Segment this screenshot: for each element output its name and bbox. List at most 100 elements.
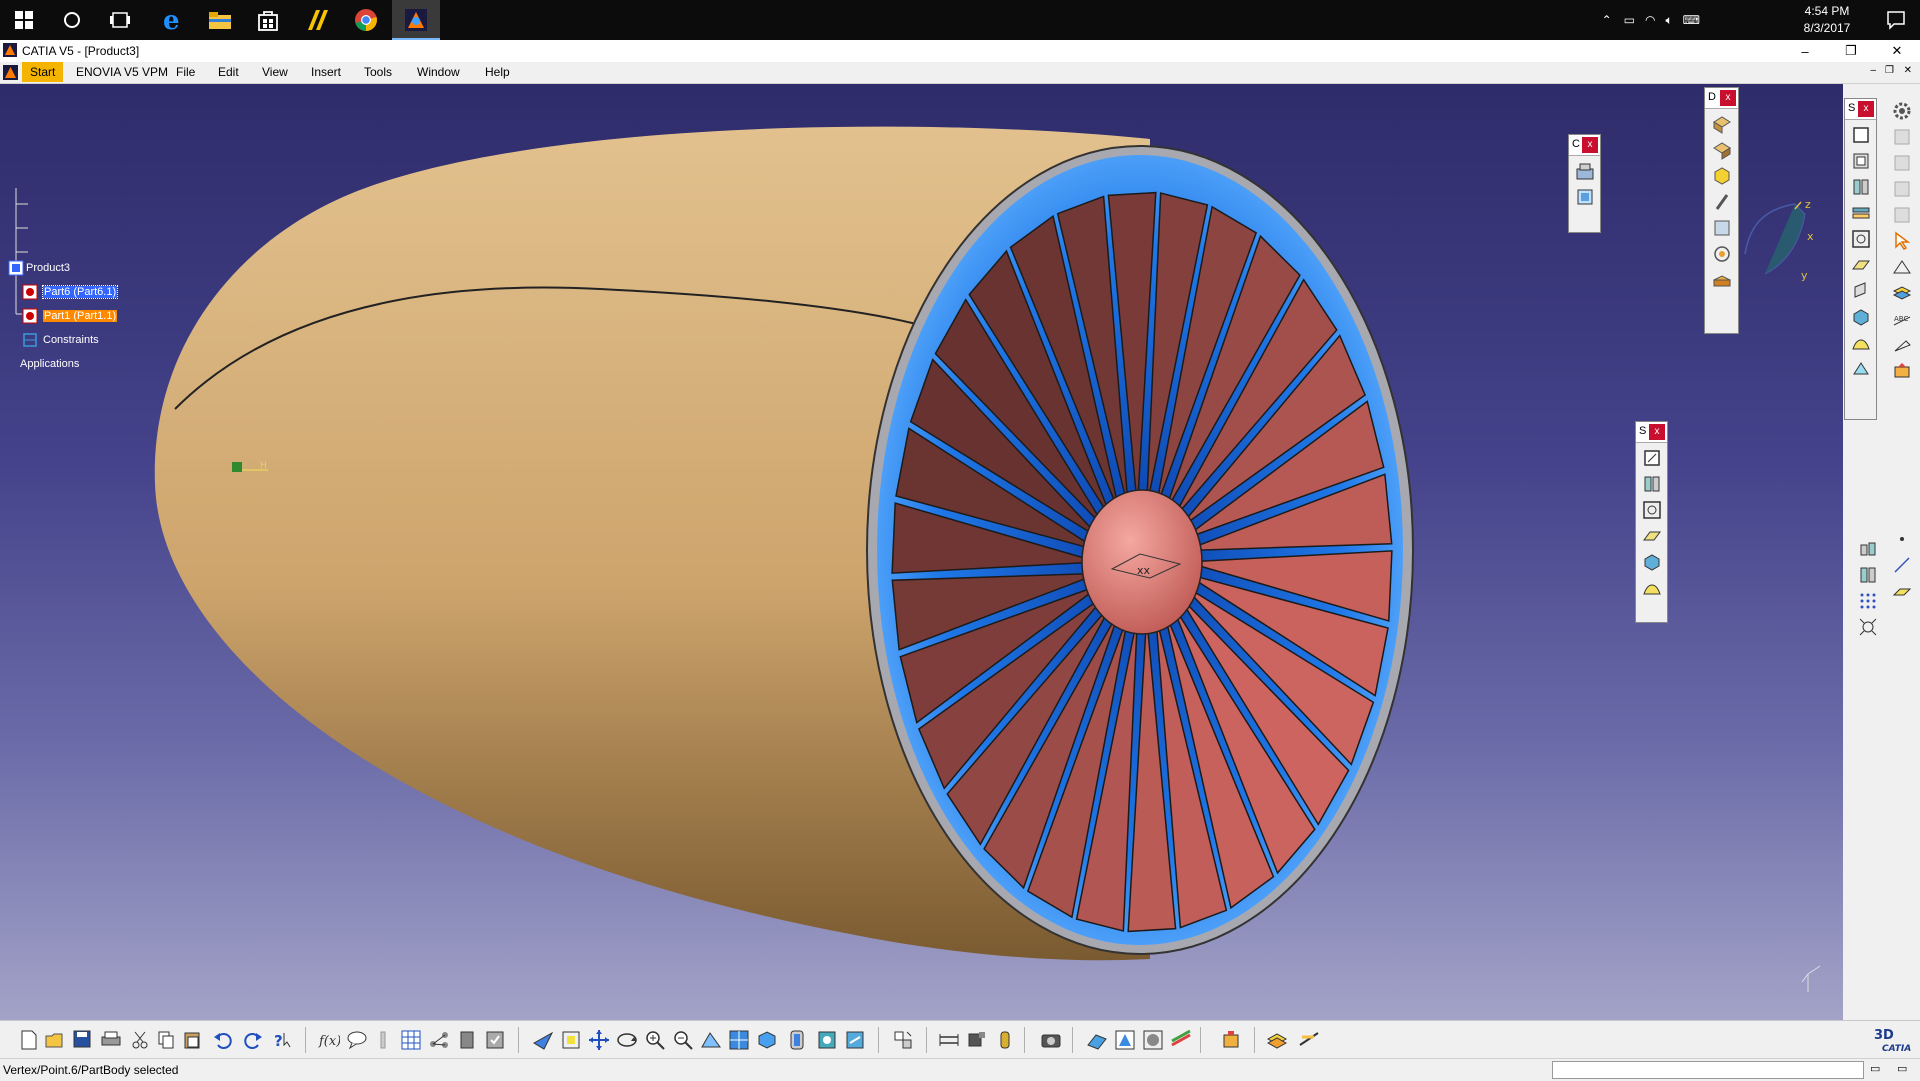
volume-icon[interactable]: 🔈︎ [1665,13,1672,28]
redo-icon[interactable] [242,1029,264,1051]
store-icon[interactable] [244,0,292,40]
plane-icon[interactable] [1850,254,1872,276]
knowledge-icon[interactable] [372,1029,394,1051]
engine-model[interactable]: xx H z y x [0,84,1843,1020]
solid-icon[interactable] [1641,551,1663,573]
environment-icon[interactable] [1142,1029,1164,1051]
menu-enovia[interactable]: ENOVIA V5 VPM [76,65,168,79]
extrude-icon[interactable] [1850,280,1872,302]
snap-icon[interactable] [1574,160,1596,182]
insert-part-icon[interactable] [1711,165,1733,187]
menu-window[interactable]: Window [417,65,460,79]
disabled-tool-icon[interactable] [1891,178,1913,200]
status-button-1[interactable]: ▭ [1870,1062,1880,1075]
constraint-icon[interactable] [1850,176,1872,198]
gear-icon[interactable] [1891,100,1913,122]
minimize-button[interactable]: – [1782,40,1828,62]
measure-item-icon[interactable] [966,1029,988,1051]
doc-minimize-button[interactable]: – [1870,65,1876,76]
sketch-icon[interactable] [1850,124,1872,146]
new-icon[interactable] [18,1029,40,1051]
windows-start-icon[interactable] [0,0,48,40]
render-icon[interactable] [1114,1029,1136,1051]
comment-icon[interactable] [346,1029,368,1051]
3d-annotation-icon[interactable] [1891,360,1913,382]
3d-viewport[interactable]: xx H z y x Product3 Part6 (Part6.1) Part… [0,84,1843,1020]
menu-tools[interactable]: Tools [364,65,392,79]
file-explorer-icon[interactable] [196,0,244,40]
disabled-tool-icon[interactable] [1891,152,1913,174]
line-icon[interactable] [1891,554,1913,576]
menu-view[interactable]: View [262,65,288,79]
whats-this-icon[interactable]: ? [272,1029,294,1051]
sketch-tools-icon[interactable] [1298,1029,1320,1051]
update-icon[interactable] [484,1029,506,1051]
material-icon[interactable] [1086,1029,1108,1051]
undo-icon[interactable] [212,1029,234,1051]
table-icon[interactable] [400,1029,422,1051]
pan-icon[interactable] [588,1029,610,1051]
constraint-lock-icon[interactable] [1857,564,1879,586]
print-icon[interactable] [100,1029,122,1051]
toolbar-close-button[interactable]: x [1582,137,1598,153]
measure-inertia-icon[interactable] [994,1029,1016,1051]
replace-component-icon[interactable] [1711,217,1733,239]
menu-insert[interactable]: Insert [311,65,341,79]
align-icon[interactable] [1857,538,1879,560]
taskbar-clock[interactable]: 4:54 PM 8/3/2017 [1792,3,1862,37]
edge-browser-icon[interactable]: e [148,0,196,40]
insert-product-icon[interactable] [1711,139,1733,161]
scene-icon[interactable] [1170,1029,1192,1051]
save-icon[interactable] [72,1029,94,1051]
power-input-field[interactable] [1552,1061,1864,1079]
product-structure-icon[interactable] [892,1029,914,1051]
keyboard-icon[interactable]: ⌨︎ [1683,13,1700,27]
formula-icon[interactable]: f(x) [318,1029,340,1051]
point-icon[interactable] [1891,528,1913,550]
toolbar-close-button[interactable]: x [1649,424,1665,440]
toolbar-close-button[interactable]: x [1720,90,1736,106]
fit-all-icon[interactable] [1857,616,1879,638]
plane-icon[interactable] [1641,525,1663,547]
catia-doc-icon[interactable] [3,65,18,80]
battery-icon[interactable]: ▭ [1624,13,1635,27]
wifi-icon[interactable]: ◠ [1645,13,1655,27]
measure-between-icon[interactable] [938,1029,960,1051]
copy-icon[interactable] [156,1029,178,1051]
sketch-icon[interactable] [1641,447,1663,469]
cut-icon[interactable] [130,1029,152,1051]
disabled-tool-icon[interactable] [1891,204,1913,226]
existing-component-icon[interactable] [1711,191,1733,213]
rotate-icon[interactable] [616,1029,638,1051]
surface-icon[interactable] [1850,332,1872,354]
normal-view-icon[interactable] [700,1029,722,1051]
text-annotation-icon[interactable]: ABC [1891,308,1913,330]
manipulation-icon[interactable] [1574,186,1596,208]
maximize-button[interactable]: ❐ [1828,40,1874,62]
open-icon[interactable] [44,1029,66,1051]
shading-icon[interactable] [786,1029,808,1051]
constraint-icon[interactable] [1641,473,1663,495]
menu-file[interactable]: File [176,65,195,79]
hide-show-icon[interactable] [816,1029,838,1051]
solid-icon[interactable] [1850,306,1872,328]
tools-palette-icon[interactable] [1220,1029,1242,1051]
close-button[interactable]: ✕ [1874,40,1920,62]
norton-app-icon[interactable] [294,0,342,40]
catalog-icon[interactable] [456,1029,478,1051]
status-button-2[interactable]: ▭ [1897,1062,1907,1075]
swap-visible-icon[interactable] [844,1029,866,1051]
grid-icon[interactable] [1857,590,1879,612]
select-cursor-icon[interactable] [1891,230,1913,252]
plane-tool-icon[interactable] [1891,580,1913,602]
menu-edit[interactable]: Edit [218,65,239,79]
surface-icon[interactable] [1641,577,1663,599]
zoom-out-icon[interactable] [672,1029,694,1051]
measure-icon[interactable] [1850,228,1872,250]
capture-icon[interactable] [1040,1029,1062,1051]
doc-close-button[interactable]: ✕ [1904,65,1912,76]
chevron-up-icon[interactable]: ⌃ [1602,13,1612,27]
cortana-search-icon[interactable] [48,0,96,40]
action-center-icon[interactable] [1886,10,1906,35]
chrome-icon[interactable] [342,0,390,40]
